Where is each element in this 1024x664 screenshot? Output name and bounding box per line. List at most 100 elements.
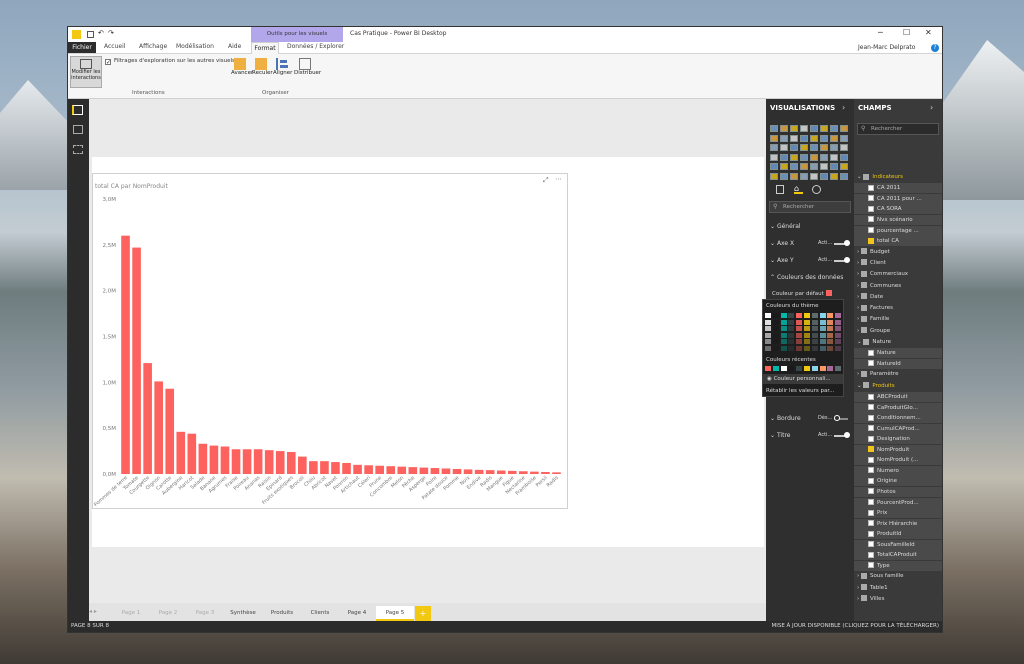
theme-color-swatch[interactable]	[827, 332, 834, 338]
help-icon[interactable]: ?	[931, 44, 939, 52]
visual-type-icon[interactable]	[820, 134, 828, 142]
theme-color-swatch[interactable]	[827, 319, 834, 325]
section-axe-y[interactable]: ⌄ Axe Y Acti...	[770, 257, 850, 264]
theme-color-swatch[interactable]	[835, 332, 842, 338]
field-checkbox[interactable]	[868, 509, 874, 516]
visual-type-icon[interactable]	[830, 125, 838, 132]
visual-type-icon[interactable]	[820, 125, 828, 132]
field-checkbox[interactable]	[868, 520, 874, 527]
bar-Brocoli[interactable]	[253, 449, 263, 474]
field-item[interactable]: TotalCAProduit	[854, 550, 942, 561]
recent-color-row[interactable]	[765, 366, 843, 371]
field-table-table1[interactable]: › Table1	[854, 583, 942, 593]
theme-color-swatch[interactable]	[819, 346, 826, 351]
field-item[interactable]: NomProduit (...	[854, 455, 942, 466]
theme-color-swatch[interactable]	[788, 326, 795, 332]
field-item[interactable]: Prix Hiérarchie	[854, 518, 942, 529]
theme-color-swatch[interactable]	[811, 332, 818, 338]
bar-Navet[interactable]	[331, 462, 340, 474]
theme-color-swatch[interactable]	[804, 346, 810, 351]
visual-type-icon[interactable]	[800, 144, 808, 151]
relationship-view-icon[interactable]	[73, 145, 83, 154]
bar-Pêche[interactable]	[408, 467, 418, 474]
page-tab-3[interactable]: Page 3	[187, 606, 223, 621]
bar-Ananas[interactable]	[264, 450, 274, 474]
theme-color-swatch[interactable]	[804, 326, 810, 332]
theme-color-swatch[interactable]	[772, 332, 779, 338]
field-item[interactable]: Designation	[854, 434, 942, 445]
visual-type-icon[interactable]	[780, 153, 788, 161]
tab-donnees-explorer[interactable]: Données / Explorer	[287, 43, 344, 50]
fields-search-box[interactable]: ⚲ Rechercher	[857, 123, 939, 135]
visual-type-icon[interactable]	[840, 153, 848, 161]
field-checkbox[interactable]	[868, 477, 874, 484]
bar-Abricot[interactable]	[320, 461, 329, 474]
recent-color-swatch[interactable]	[811, 366, 818, 371]
field-checkbox[interactable]	[868, 414, 874, 421]
recent-color-swatch[interactable]	[788, 366, 795, 371]
theme-color-swatch[interactable]	[819, 326, 826, 332]
analytics-icon[interactable]	[812, 185, 821, 194]
bar-Epinard[interactable]	[286, 452, 296, 474]
bar-Framboise[interactable]	[541, 471, 550, 474]
visual-type-icon[interactable]	[800, 153, 808, 161]
fields-well-icon[interactable]	[776, 185, 784, 194]
reculer-button[interactable]: Reculer	[252, 58, 273, 76]
theme-color-swatch[interactable]	[788, 332, 795, 338]
theme-color-swatch[interactable]	[827, 326, 834, 332]
theme-color-swatch[interactable]	[765, 319, 771, 325]
visual-type-icon[interactable]	[770, 125, 778, 132]
page-tab-produits[interactable]: Produits	[263, 606, 301, 621]
field-checkbox[interactable]	[868, 195, 874, 202]
bar-Chou[interactable]	[309, 461, 318, 474]
theme-color-swatch[interactable]	[811, 346, 818, 351]
bar-Carotte[interactable]	[165, 388, 175, 474]
bar-Pomme[interactable]	[485, 470, 495, 474]
bar-Mangue[interactable]	[507, 470, 517, 474]
bar-Melon[interactable]	[397, 466, 407, 474]
bar-Banane[interactable]	[209, 445, 219, 474]
theme-color-grid[interactable]	[765, 313, 843, 353]
theme-color-swatch[interactable]	[827, 346, 834, 351]
field-item[interactable]: CA SORA	[854, 204, 942, 215]
theme-color-swatch[interactable]	[827, 339, 834, 345]
theme-color-swatch[interactable]	[780, 346, 787, 351]
bar-Tomate[interactable]	[132, 247, 141, 474]
field-checkbox[interactable]	[868, 205, 874, 212]
field-table-commerciaux[interactable]: › Commerciaux	[854, 269, 942, 279]
theme-color-swatch[interactable]	[796, 332, 803, 338]
format-paint-icon[interactable]: ⌂	[794, 185, 803, 194]
maximize-button[interactable]: ☐	[903, 28, 910, 37]
field-item[interactable]: PourcentProd...	[854, 497, 942, 508]
field-item[interactable]: Origine	[854, 476, 942, 487]
field-table-produits[interactable]: ⌄ Produits	[854, 381, 942, 391]
reset-default-option[interactable]: Rétablir les valeurs par...	[766, 388, 834, 394]
theme-color-swatch[interactable]	[772, 313, 779, 318]
visual-type-icon[interactable]	[840, 125, 848, 132]
visual-type-icon[interactable]	[810, 134, 818, 142]
bar-Fraise[interactable]	[231, 449, 241, 474]
theme-color-swatch[interactable]	[827, 313, 834, 318]
field-checkbox[interactable]	[868, 360, 874, 367]
bar-Persil[interactable]	[552, 472, 561, 474]
page-tab-synthese[interactable]: Synthèse	[224, 606, 262, 621]
default-color-swatch[interactable]	[826, 290, 832, 296]
aligner-button[interactable]: Aligner	[273, 58, 292, 76]
field-item[interactable]: SousFamilleId	[854, 539, 942, 550]
theme-color-swatch[interactable]	[819, 313, 826, 318]
theme-color-swatch[interactable]	[780, 319, 787, 325]
bar-Pommes de terre[interactable]	[121, 235, 130, 474]
theme-color-swatch[interactable]	[819, 339, 826, 345]
tab-accueil[interactable]: Accueil	[104, 43, 125, 50]
visual-type-icon[interactable]	[800, 134, 808, 142]
modify-interactions-button[interactable]: Modifier les interactions	[70, 56, 102, 88]
theme-color-swatch[interactable]	[835, 319, 842, 325]
field-checkbox[interactable]	[868, 227, 874, 233]
theme-color-swatch[interactable]	[796, 339, 803, 345]
bar-Endive[interactable]	[474, 469, 484, 474]
field-table-indicateurs[interactable]: ⌄ Indicateurs	[854, 172, 942, 182]
visual-type-icon[interactable]	[780, 144, 788, 151]
tab-aide[interactable]: Aide	[228, 43, 241, 50]
field-checkbox[interactable]	[868, 425, 874, 432]
report-view-icon[interactable]	[72, 105, 83, 115]
